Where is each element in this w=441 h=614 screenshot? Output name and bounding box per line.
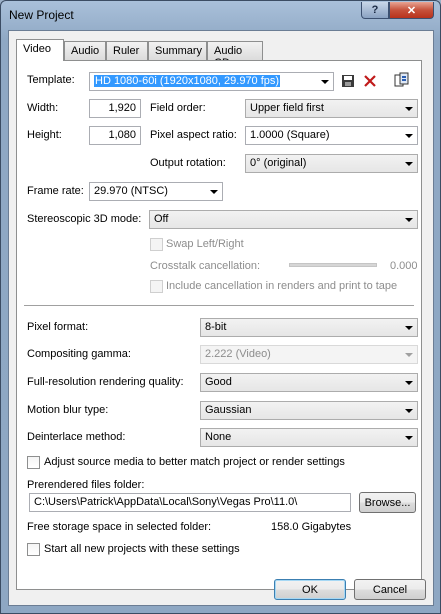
save-icon — [342, 75, 354, 87]
chevron-down-icon — [405, 353, 413, 357]
stereo-mode-dropdown[interactable]: Off — [149, 210, 418, 229]
pixel-format-value: 8-bit — [205, 321, 227, 333]
frame-rate-dropdown[interactable]: 29.970 (NTSC) — [89, 182, 223, 201]
section-divider — [24, 305, 414, 307]
compositing-gamma-dropdown[interactable]: 2.222 (Video) — [200, 345, 418, 364]
prerendered-folder-label: Prerendered files folder: — [27, 479, 145, 491]
include-cancellation-checkbox[interactable] — [150, 280, 163, 293]
chevron-down-icon — [405, 218, 413, 222]
chevron-down-icon — [405, 134, 413, 138]
help-button[interactable]: ? — [361, 2, 389, 19]
video-tab-panel: Template: HD 1080-60i (1920x1080, 29.970… — [16, 60, 422, 590]
field-order-dropdown[interactable]: Upper field first — [245, 99, 418, 118]
browse-button[interactable]: Browse... — [359, 492, 416, 513]
crosstalk-label: Crosstalk cancellation: — [150, 260, 261, 272]
pixel-aspect-label: Pixel aspect ratio: — [150, 129, 237, 141]
chevron-down-icon — [405, 162, 413, 166]
chevron-down-icon — [405, 381, 413, 385]
delete-icon — [364, 75, 376, 87]
output-rotation-value: 0° (original) — [250, 157, 307, 169]
height-input[interactable]: 1,080 — [89, 126, 141, 145]
deinterlace-dropdown[interactable]: None — [200, 428, 418, 447]
stereo-mode-value: Off — [154, 213, 169, 225]
width-label: Width: — [27, 102, 59, 114]
new-project-dialog: New Project ? ✕ Video Audio Ruler Summar… — [0, 0, 441, 614]
include-cancellation-label: Include cancellation in renders and prin… — [166, 280, 398, 292]
delete-template-button[interactable] — [361, 72, 379, 90]
chevron-down-icon — [405, 326, 413, 330]
render-quality-dropdown[interactable]: Good — [200, 373, 418, 392]
deinterlace-value: None — [205, 431, 232, 443]
template-value: HD 1080-60i (1920x1080, 29.970 fps) — [94, 75, 281, 87]
deinterlace-label: Deinterlace method: — [27, 431, 126, 443]
chevron-down-icon — [210, 190, 218, 194]
chevron-down-icon — [405, 409, 413, 413]
render-quality-value: Good — [205, 376, 232, 388]
output-rotation-dropdown[interactable]: 0° (original) — [245, 154, 418, 173]
close-button[interactable]: ✕ — [389, 2, 434, 19]
motion-blur-label: Motion blur type: — [27, 404, 109, 416]
frame-rate-label: Frame rate: — [27, 185, 84, 197]
swap-left-right-checkbox[interactable] — [150, 238, 163, 251]
adjust-source-media-label: Adjust source media to better match proj… — [44, 456, 345, 468]
pixel-format-label: Pixel format: — [27, 321, 89, 333]
start-all-projects-label: Start all new projects with these settin… — [44, 543, 240, 555]
close-icon: ✕ — [406, 4, 417, 17]
tab-audio-cd[interactable]: Audio CD — [207, 41, 263, 69]
dialog-client: Video Audio Ruler Summary Audio CD Templ… — [8, 30, 434, 606]
tab-ruler[interactable]: Ruler — [106, 41, 148, 60]
tab-summary[interactable]: Summary — [148, 41, 207, 60]
render-quality-label: Full-resolution rendering quality: — [27, 376, 184, 388]
field-order-value: Upper field first — [250, 102, 324, 114]
width-input[interactable]: 1,920 — [89, 99, 141, 118]
pixel-format-dropdown[interactable]: 8-bit — [200, 318, 418, 337]
template-dropdown[interactable]: HD 1080-60i (1920x1080, 29.970 fps) — [89, 72, 334, 91]
ok-button[interactable]: OK — [274, 579, 346, 600]
adjust-source-media-checkbox[interactable] — [27, 456, 40, 469]
cancel-button[interactable]: Cancel — [354, 579, 426, 600]
start-all-projects-checkbox[interactable] — [27, 543, 40, 556]
match-media-icon — [394, 72, 409, 87]
free-storage-label: Free storage space in selected folder: — [27, 521, 212, 533]
crosstalk-slider[interactable] — [289, 263, 377, 267]
chevron-down-icon — [321, 80, 329, 84]
prerendered-folder-input[interactable]: C:\Users\Patrick\AppData\Local\Sony\Vega… — [29, 493, 351, 512]
frame-rate-value: 29.970 (NTSC) — [94, 185, 168, 197]
title-bar[interactable]: New Project ? ✕ — [1, 1, 441, 29]
free-storage-value: 158.0 Gigabytes — [271, 521, 352, 533]
stereo-mode-label: Stereoscopic 3D mode: — [27, 213, 142, 225]
height-label: Height: — [27, 129, 62, 141]
field-order-label: Field order: — [150, 102, 206, 114]
template-label: Template: — [27, 74, 75, 86]
chevron-down-icon — [405, 436, 413, 440]
save-template-button[interactable] — [339, 72, 357, 90]
output-rotation-label: Output rotation: — [150, 157, 226, 169]
tab-video[interactable]: Video — [16, 39, 64, 61]
compositing-gamma-label: Compositing gamma: — [27, 348, 131, 360]
swap-left-right-label: Swap Left/Right — [166, 238, 244, 250]
help-icon: ? — [371, 4, 379, 16]
chevron-down-icon — [405, 107, 413, 111]
tab-audio[interactable]: Audio — [64, 41, 106, 60]
motion-blur-dropdown[interactable]: Gaussian — [200, 401, 418, 420]
match-media-settings-button[interactable] — [393, 71, 411, 89]
compositing-gamma-value: 2.222 (Video) — [205, 348, 271, 360]
pixel-aspect-dropdown[interactable]: 1.0000 (Square) — [245, 126, 418, 145]
window-title: New Project — [9, 8, 74, 22]
crosstalk-value: 0.000 — [390, 260, 418, 272]
motion-blur-value: Gaussian — [205, 404, 252, 416]
pixel-aspect-value: 1.0000 (Square) — [250, 129, 330, 141]
